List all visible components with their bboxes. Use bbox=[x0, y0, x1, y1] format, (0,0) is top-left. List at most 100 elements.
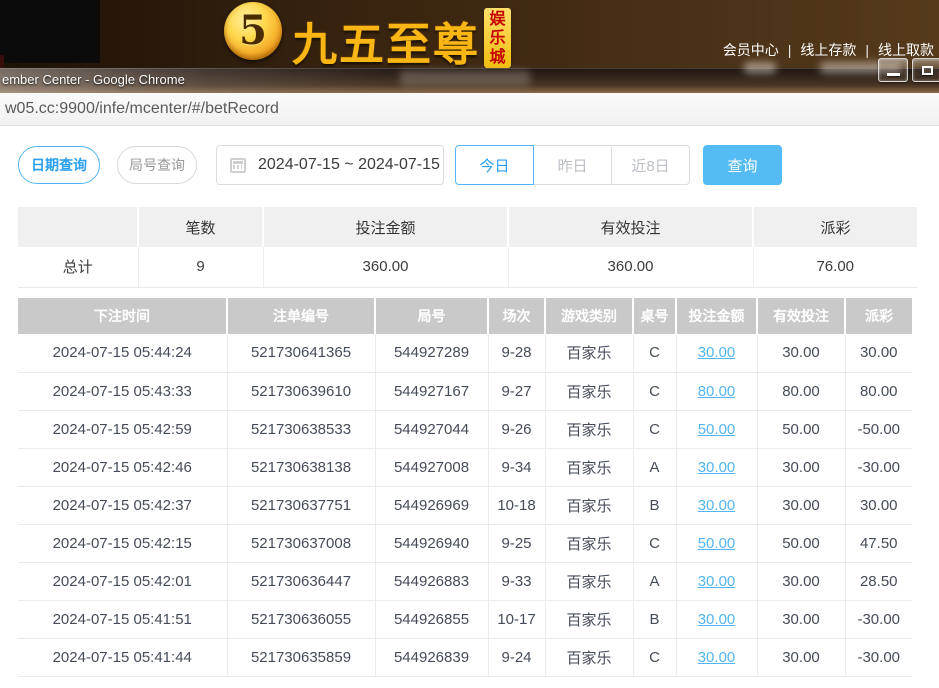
summary-cell: 76.00 bbox=[753, 247, 917, 287]
nav-deposit[interactable]: 线上存款 bbox=[800, 42, 856, 58]
table-row: 2024-07-15 05:44:24521730641365544927289… bbox=[18, 334, 912, 372]
column-header-order-id: 注单编号 bbox=[227, 298, 375, 334]
url-text[interactable]: w05.cc:9900/infe/mcenter/#/betRecord bbox=[5, 93, 279, 125]
cell-game-type: 百家乐 bbox=[545, 372, 633, 410]
summary-header-cell: 笔数 bbox=[138, 207, 263, 247]
cell-table-code: A bbox=[633, 562, 676, 600]
cell-game-type: 百家乐 bbox=[545, 638, 633, 676]
quick-range-today[interactable]: 今日 bbox=[455, 145, 534, 185]
cell-table-code: A bbox=[633, 448, 676, 486]
column-header-bet-time: 下注时间 bbox=[18, 298, 227, 334]
site-logo-text: 九五至尊 bbox=[292, 8, 480, 73]
quick-range-last8days[interactable]: 近8日 bbox=[611, 145, 690, 185]
cell-bet-time: 2024-07-15 05:42:01 bbox=[18, 562, 227, 600]
cell-bet-amount: 30.00 bbox=[676, 562, 757, 600]
cell-session: 9-27 bbox=[488, 372, 545, 410]
quick-range-group: 今日 昨日 近8日 bbox=[455, 145, 690, 185]
cell-valid-bet: 30.00 bbox=[757, 638, 845, 676]
column-header-payout: 派彩 bbox=[845, 298, 912, 334]
bet-amount-link[interactable]: 80.00 bbox=[698, 383, 736, 400]
cell-bet-time: 2024-07-15 05:42:46 bbox=[18, 448, 227, 486]
search-button[interactable]: 查询 bbox=[703, 145, 782, 185]
cell-session: 9-34 bbox=[488, 448, 545, 486]
summary-cell: 9 bbox=[138, 247, 263, 287]
minimize-button[interactable] bbox=[878, 58, 908, 82]
maximize-button[interactable] bbox=[912, 58, 939, 82]
cell-order-id: 521730639610 bbox=[227, 372, 375, 410]
browser-url-bar[interactable]: w05.cc:9900/infe/mcenter/#/betRecord bbox=[0, 93, 939, 126]
table-row: 2024-07-15 05:42:01521730636447544926883… bbox=[18, 562, 912, 600]
minimize-icon bbox=[887, 73, 900, 76]
cell-valid-bet: 30.00 bbox=[757, 334, 845, 372]
cell-order-id: 521730638138 bbox=[227, 448, 375, 486]
bet-amount-link[interactable]: 30.00 bbox=[698, 459, 736, 476]
bet-amount-link[interactable]: 50.00 bbox=[698, 535, 736, 552]
bet-amount-link[interactable]: 50.00 bbox=[698, 421, 736, 438]
cell-game-type: 百家乐 bbox=[545, 562, 633, 600]
cell-valid-bet: 50.00 bbox=[757, 524, 845, 562]
cell-table-code: C bbox=[633, 638, 676, 676]
bet-amount-link[interactable]: 30.00 bbox=[698, 497, 736, 514]
cell-bet-amount: 30.00 bbox=[676, 638, 757, 676]
calendar-icon bbox=[230, 158, 246, 173]
cell-table-code: C bbox=[633, 410, 676, 448]
cell-bet-amount: 30.00 bbox=[676, 448, 757, 486]
cell-round-id: 544926969 bbox=[375, 486, 488, 524]
cell-bet-time: 2024-07-15 05:44:24 bbox=[18, 334, 227, 372]
cell-order-id: 521730637751 bbox=[227, 486, 375, 524]
logo-badge: 娱乐城 bbox=[484, 8, 511, 68]
cell-table-code: B bbox=[633, 600, 676, 638]
column-header-round-id: 局号 bbox=[375, 298, 488, 334]
background-window bbox=[0, 0, 100, 63]
round-query-tab[interactable]: 局号查询 bbox=[117, 146, 197, 184]
cell-bet-amount: 30.00 bbox=[676, 486, 757, 524]
column-header-table-code: 桌号 bbox=[633, 298, 676, 334]
cell-round-id: 544927289 bbox=[375, 334, 488, 372]
bet-amount-link[interactable]: 30.00 bbox=[698, 573, 736, 590]
quick-range-yesterday[interactable]: 昨日 bbox=[533, 145, 612, 185]
summary-table: 笔数投注金额有效投注派彩 总计9360.00360.0076.00 bbox=[18, 207, 917, 288]
cell-valid-bet: 30.00 bbox=[757, 600, 845, 638]
cell-game-type: 百家乐 bbox=[545, 410, 633, 448]
table-row: 2024-07-15 05:43:33521730639610544927167… bbox=[18, 372, 912, 410]
site-banner: 5 九五至尊 娱乐城 会员中心|线上存款|线上取款 bbox=[0, 0, 939, 68]
cell-valid-bet: 80.00 bbox=[757, 372, 845, 410]
cell-bet-amount: 80.00 bbox=[676, 372, 757, 410]
cell-round-id: 544926855 bbox=[375, 600, 488, 638]
summary-header-cell bbox=[18, 207, 138, 247]
bet-amount-link[interactable]: 30.00 bbox=[698, 649, 736, 666]
cell-bet-time: 2024-07-15 05:41:44 bbox=[18, 638, 227, 676]
nav-member-center[interactable]: 会员中心 bbox=[723, 42, 779, 58]
date-query-tab[interactable]: 日期查询 bbox=[18, 146, 100, 184]
cell-game-type: 百家乐 bbox=[545, 524, 633, 562]
cell-payout: 30.00 bbox=[845, 486, 912, 524]
cell-table-code: C bbox=[633, 334, 676, 372]
bet-amount-link[interactable]: 30.00 bbox=[698, 344, 736, 361]
bet-record-page: 日期查询 局号查询 2024-07-15 ~ 2024-07-15 今日 昨日 … bbox=[0, 126, 939, 688]
bet-table-body: 2024-07-15 05:44:24521730641365544927289… bbox=[18, 334, 912, 676]
maximize-icon bbox=[922, 66, 933, 75]
cell-bet-time: 2024-07-15 05:41:51 bbox=[18, 600, 227, 638]
cell-order-id: 521730635859 bbox=[227, 638, 375, 676]
cell-table-code: C bbox=[633, 372, 676, 410]
blurred-text-redaction bbox=[400, 70, 530, 86]
cell-session: 9-28 bbox=[488, 334, 545, 372]
summary-header-row: 笔数投注金额有效投注派彩 bbox=[18, 207, 917, 247]
cell-valid-bet: 30.00 bbox=[757, 486, 845, 524]
cell-payout: 28.50 bbox=[845, 562, 912, 600]
cell-valid-bet: 30.00 bbox=[757, 562, 845, 600]
date-range-input[interactable]: 2024-07-15 ~ 2024-07-15 bbox=[216, 145, 444, 185]
column-header-valid-bet: 有效投注 bbox=[757, 298, 845, 334]
column-header-game-type: 游戏类别 bbox=[545, 298, 633, 334]
bet-table-header-row: 下注时间注单编号局号场次游戏类别桌号投注金额有效投注派彩 bbox=[18, 298, 912, 334]
cell-bet-time: 2024-07-15 05:43:33 bbox=[18, 372, 227, 410]
cell-valid-bet: 30.00 bbox=[757, 448, 845, 486]
nav-separator: | bbox=[788, 42, 792, 58]
cell-round-id: 544927167 bbox=[375, 372, 488, 410]
logo-coin-icon: 5 bbox=[224, 2, 282, 60]
cell-payout: -50.00 bbox=[845, 410, 912, 448]
bet-amount-link[interactable]: 30.00 bbox=[698, 611, 736, 628]
nav-withdraw[interactable]: 线上取款 bbox=[878, 42, 934, 58]
summary-cell: 360.00 bbox=[508, 247, 753, 287]
cell-valid-bet: 50.00 bbox=[757, 410, 845, 448]
